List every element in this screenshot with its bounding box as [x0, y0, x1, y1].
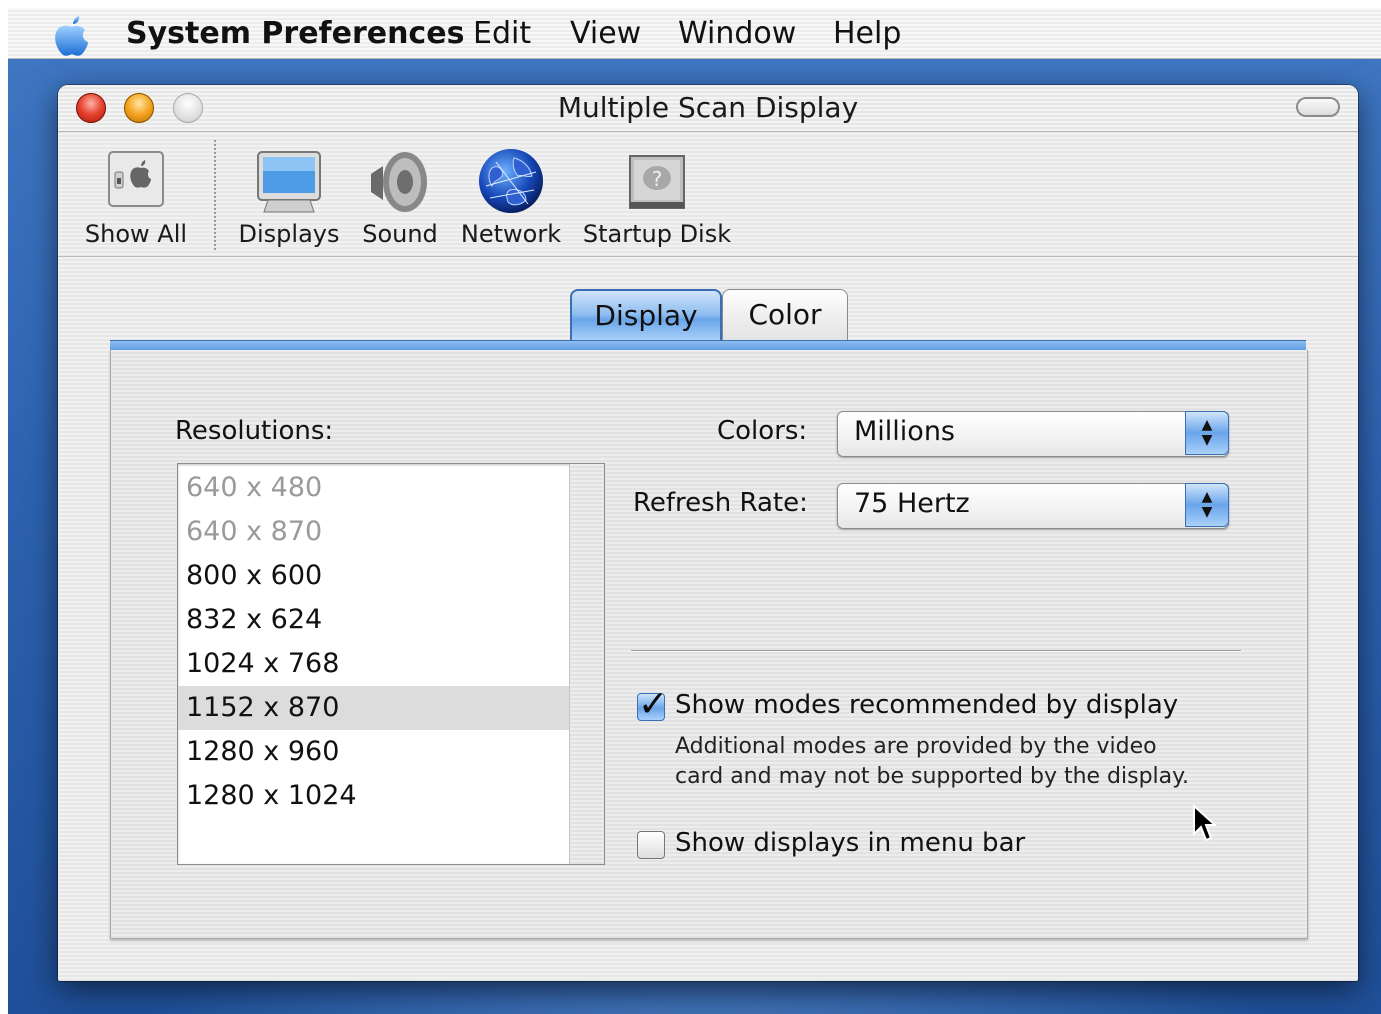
refresh-rate-label: Refresh Rate: — [633, 488, 808, 518]
toolbar-label-sound: Sound — [362, 220, 438, 248]
show-menu-bar-checkbox[interactable] — [637, 831, 665, 859]
menu-edit[interactable]: Edit — [473, 16, 531, 51]
resolution-row[interactable]: 800 x 600 — [178, 554, 570, 598]
section-divider — [631, 650, 1241, 652]
toolbar-separator — [214, 140, 216, 250]
show-menu-bar-label[interactable]: Show displays in menu bar — [675, 828, 1025, 858]
globe-icon — [479, 149, 543, 213]
menu-help[interactable]: Help — [833, 16, 901, 51]
tab-color[interactable]: Color — [722, 289, 848, 342]
toolbar-toggle-button[interactable] — [1296, 97, 1340, 117]
hard-disk-icon: ? — [629, 155, 685, 209]
chevron-up-down-icon: ▲ ▼ — [1185, 411, 1229, 455]
colors-popup[interactable]: Millions ▲ ▼ — [837, 411, 1229, 457]
toolbar-network[interactable]: Network — [456, 146, 566, 248]
resolution-row[interactable]: 1280 x 960 — [178, 730, 570, 774]
toolbar-displays[interactable]: Displays — [234, 146, 344, 248]
toolbar-label-startup-disk: Startup Disk — [582, 220, 732, 248]
resolutions-list[interactable]: 640 x 480 640 x 870 800 x 600 832 x 624 … — [177, 463, 605, 865]
toolbar-sound[interactable]: Sound — [358, 146, 442, 248]
resolution-row[interactable]: 832 x 624 — [178, 598, 570, 642]
toolbar-label-displays: Displays — [238, 220, 340, 248]
menu-app-name[interactable]: System Preferences — [126, 16, 464, 51]
menu-bar: System Preferences Edit View Window Help — [8, 8, 1381, 59]
menu-window[interactable]: Window — [678, 16, 796, 51]
show-modes-note-line1: Additional modes are provided by the vid… — [675, 734, 1157, 759]
chevron-up-down-icon: ▲ ▼ — [1185, 483, 1229, 527]
tab-display[interactable]: Display — [570, 289, 722, 343]
resolution-row-selected[interactable]: 1152 x 870 — [178, 686, 570, 730]
refresh-rate-popup[interactable]: 75 Hertz ▲ ▼ — [837, 483, 1229, 529]
mouse-pointer-icon — [1193, 804, 1216, 842]
show-modes-note-line2: card and may not be supported by the dis… — [675, 764, 1190, 789]
resolution-row[interactable]: 1024 x 768 — [178, 642, 570, 686]
title-bar[interactable]: Multiple Scan Display — [58, 85, 1358, 132]
show-all-icon — [108, 151, 164, 207]
toolbar: Show All Displays Sound Network ? Startu… — [58, 132, 1358, 257]
speaker-icon — [371, 152, 427, 212]
apple-menu-icon[interactable] — [52, 12, 92, 58]
resolutions-label: Resolutions: — [175, 416, 334, 446]
resolution-row[interactable]: 1280 x 1024 — [178, 774, 570, 818]
colors-popup-value: Millions — [854, 416, 955, 447]
displays-icon — [257, 151, 321, 213]
checkmark-icon: ✓ — [638, 684, 669, 725]
refresh-rate-popup-value: 75 Hertz — [854, 488, 970, 519]
colors-label: Colors: — [717, 416, 808, 446]
display-pane: Resolutions: 640 x 480 640 x 870 800 x 6… — [110, 350, 1308, 939]
preferences-window: Multiple Scan Display Show All Displays — [58, 85, 1358, 981]
svg-text:?: ? — [652, 167, 663, 191]
toolbar-label-show-all: Show All — [84, 220, 188, 248]
show-modes-checkbox[interactable]: ✓ — [637, 684, 668, 725]
toolbar-label-network: Network — [460, 220, 562, 248]
resolution-row: 640 x 870 — [186, 516, 323, 547]
toolbar-show-all[interactable]: Show All — [80, 146, 192, 248]
window-title: Multiple Scan Display — [557, 91, 859, 124]
toolbar-startup-disk[interactable]: ? Startup Disk — [582, 146, 732, 248]
menu-view[interactable]: View — [570, 16, 641, 51]
resolutions-scrollbar[interactable] — [569, 464, 604, 864]
resolution-row: 640 x 480 — [186, 472, 323, 503]
show-modes-label[interactable]: Show modes recommended by display — [675, 690, 1178, 720]
